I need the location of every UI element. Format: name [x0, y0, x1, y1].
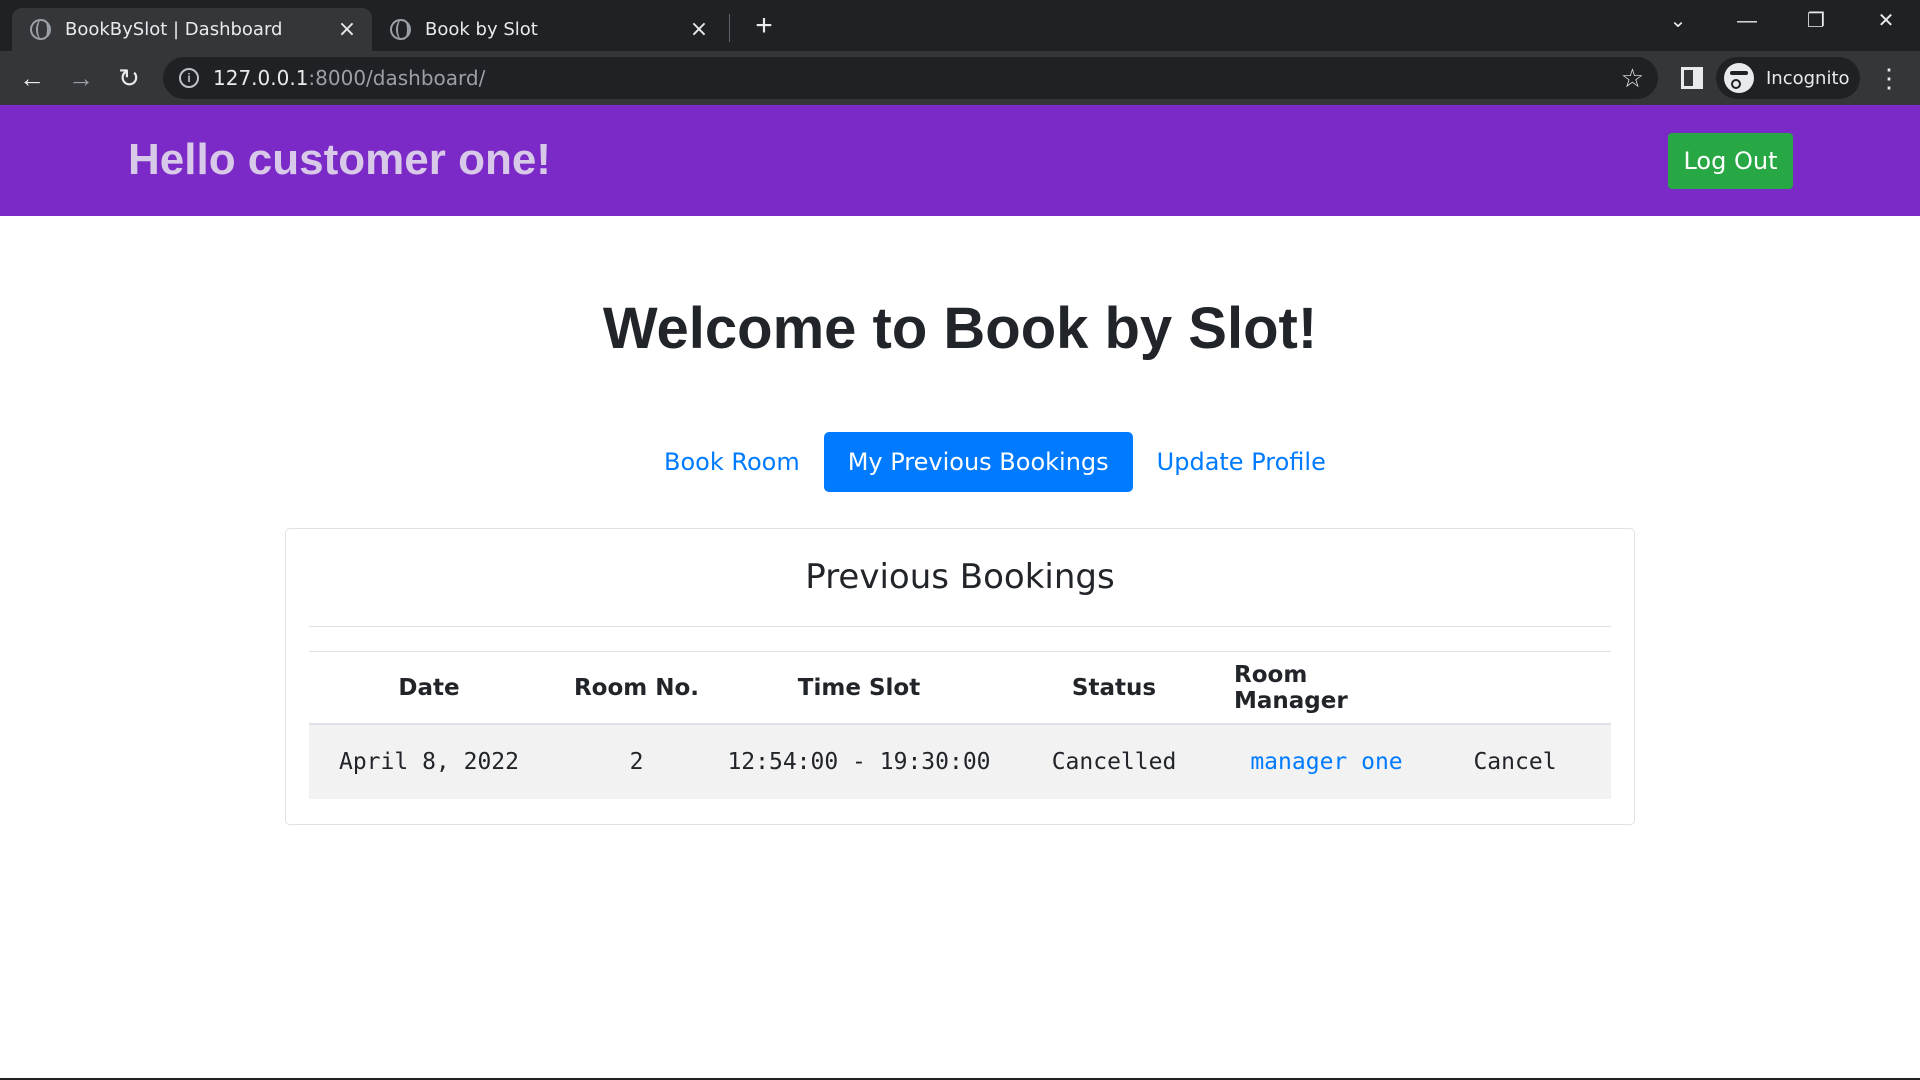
booking-status: Cancelled [1051, 749, 1177, 775]
column-header-status: Status [1071, 674, 1157, 701]
tab-my-previous-bookings[interactable]: My Previous Bookings [823, 432, 1133, 492]
greeting-heading: Hello customer one! [128, 135, 551, 184]
table-header: Date Room No. Time Slot Status Room Mana… [309, 651, 1611, 725]
booking-room-no: 2 [629, 749, 644, 775]
booking-date: April 8, 2022 [338, 749, 519, 775]
address-bar[interactable]: i 127.0.0.1:8000/dashboard/ ☆ [163, 57, 1658, 99]
tab-title: BookBySlot | Dashboard [65, 19, 283, 40]
browser-titlebar: BookBySlot | Dashboard × Book by Slot × … [0, 0, 1920, 51]
logout-button[interactable]: Log Out [1668, 133, 1793, 189]
table-row: April 8, 2022 2 12:54:00 - 19:30:00 Canc… [309, 725, 1611, 799]
forward-icon[interactable]: → [64, 61, 98, 95]
column-header-room-no: Room No. [573, 674, 700, 701]
incognito-label: Incognito [1766, 67, 1850, 89]
incognito-profile-button[interactable]: Incognito [1716, 57, 1860, 99]
close-tab-icon[interactable]: × [688, 18, 710, 41]
browser-toolbar: ← → ↻ i 127.0.0.1:8000/dashboard/ ☆ Inco… [0, 51, 1920, 105]
tab-update-profile[interactable]: Update Profile [1133, 432, 1350, 492]
column-header-action [1419, 652, 1611, 723]
restore-icon[interactable]: ❐ [1796, 6, 1836, 36]
booking-time-slot: 12:54:00 - 19:30:00 [727, 749, 991, 775]
incognito-icon [1724, 63, 1754, 93]
site-info-icon[interactable]: i [179, 68, 199, 88]
bookmark-star-icon[interactable]: ☆ [1621, 63, 1644, 93]
close-tab-icon[interactable]: × [336, 18, 358, 41]
minimize-icon[interactable]: — [1727, 6, 1767, 36]
column-header-date: Date [398, 674, 460, 701]
side-panel-icon[interactable] [1681, 67, 1703, 89]
page-title: Welcome to Book by Slot! [602, 296, 1318, 361]
site-navbar: Hello customer one! Log Out [0, 105, 1920, 216]
card-title: Previous Bookings [805, 557, 1115, 597]
tab-book-room[interactable]: Book Room [640, 432, 824, 492]
close-window-icon[interactable]: ✕ [1866, 6, 1906, 36]
dashboard-tabs: Book Room My Previous Bookings Update Pr… [640, 432, 1350, 492]
cancel-booking-button[interactable]: Cancel [1419, 725, 1611, 799]
globe-icon [30, 19, 51, 40]
browser-menu-icon[interactable]: ⋮ [1876, 63, 1902, 93]
reload-icon[interactable]: ↻ [112, 61, 146, 95]
page: Hello customer one! Log Out Welcome to B… [0, 105, 1920, 1080]
url-text[interactable]: 127.0.0.1:8000/dashboard/ [213, 66, 485, 90]
previous-bookings-card: Previous Bookings Date Room No. Time Slo… [285, 528, 1635, 825]
column-header-room-manager: Room Manager [1234, 661, 1348, 714]
globe-icon [390, 19, 411, 40]
divider [309, 626, 1611, 627]
browser-tab-dashboard[interactable]: BookBySlot | Dashboard × [12, 8, 372, 51]
tab-separator [729, 14, 730, 42]
tab-search-icon[interactable]: ⌄ [1658, 6, 1698, 36]
back-icon[interactable]: ← [15, 61, 49, 95]
room-manager-link[interactable]: manager one [1234, 725, 1419, 799]
column-header-time-slot: Time Slot [797, 674, 921, 701]
browser-tab-book-by-slot[interactable]: Book by Slot × [372, 8, 724, 51]
new-tab-icon[interactable]: + [748, 10, 780, 42]
tab-title: Book by Slot [425, 19, 538, 40]
bookings-table: Date Room No. Time Slot Status Room Mana… [309, 651, 1611, 799]
